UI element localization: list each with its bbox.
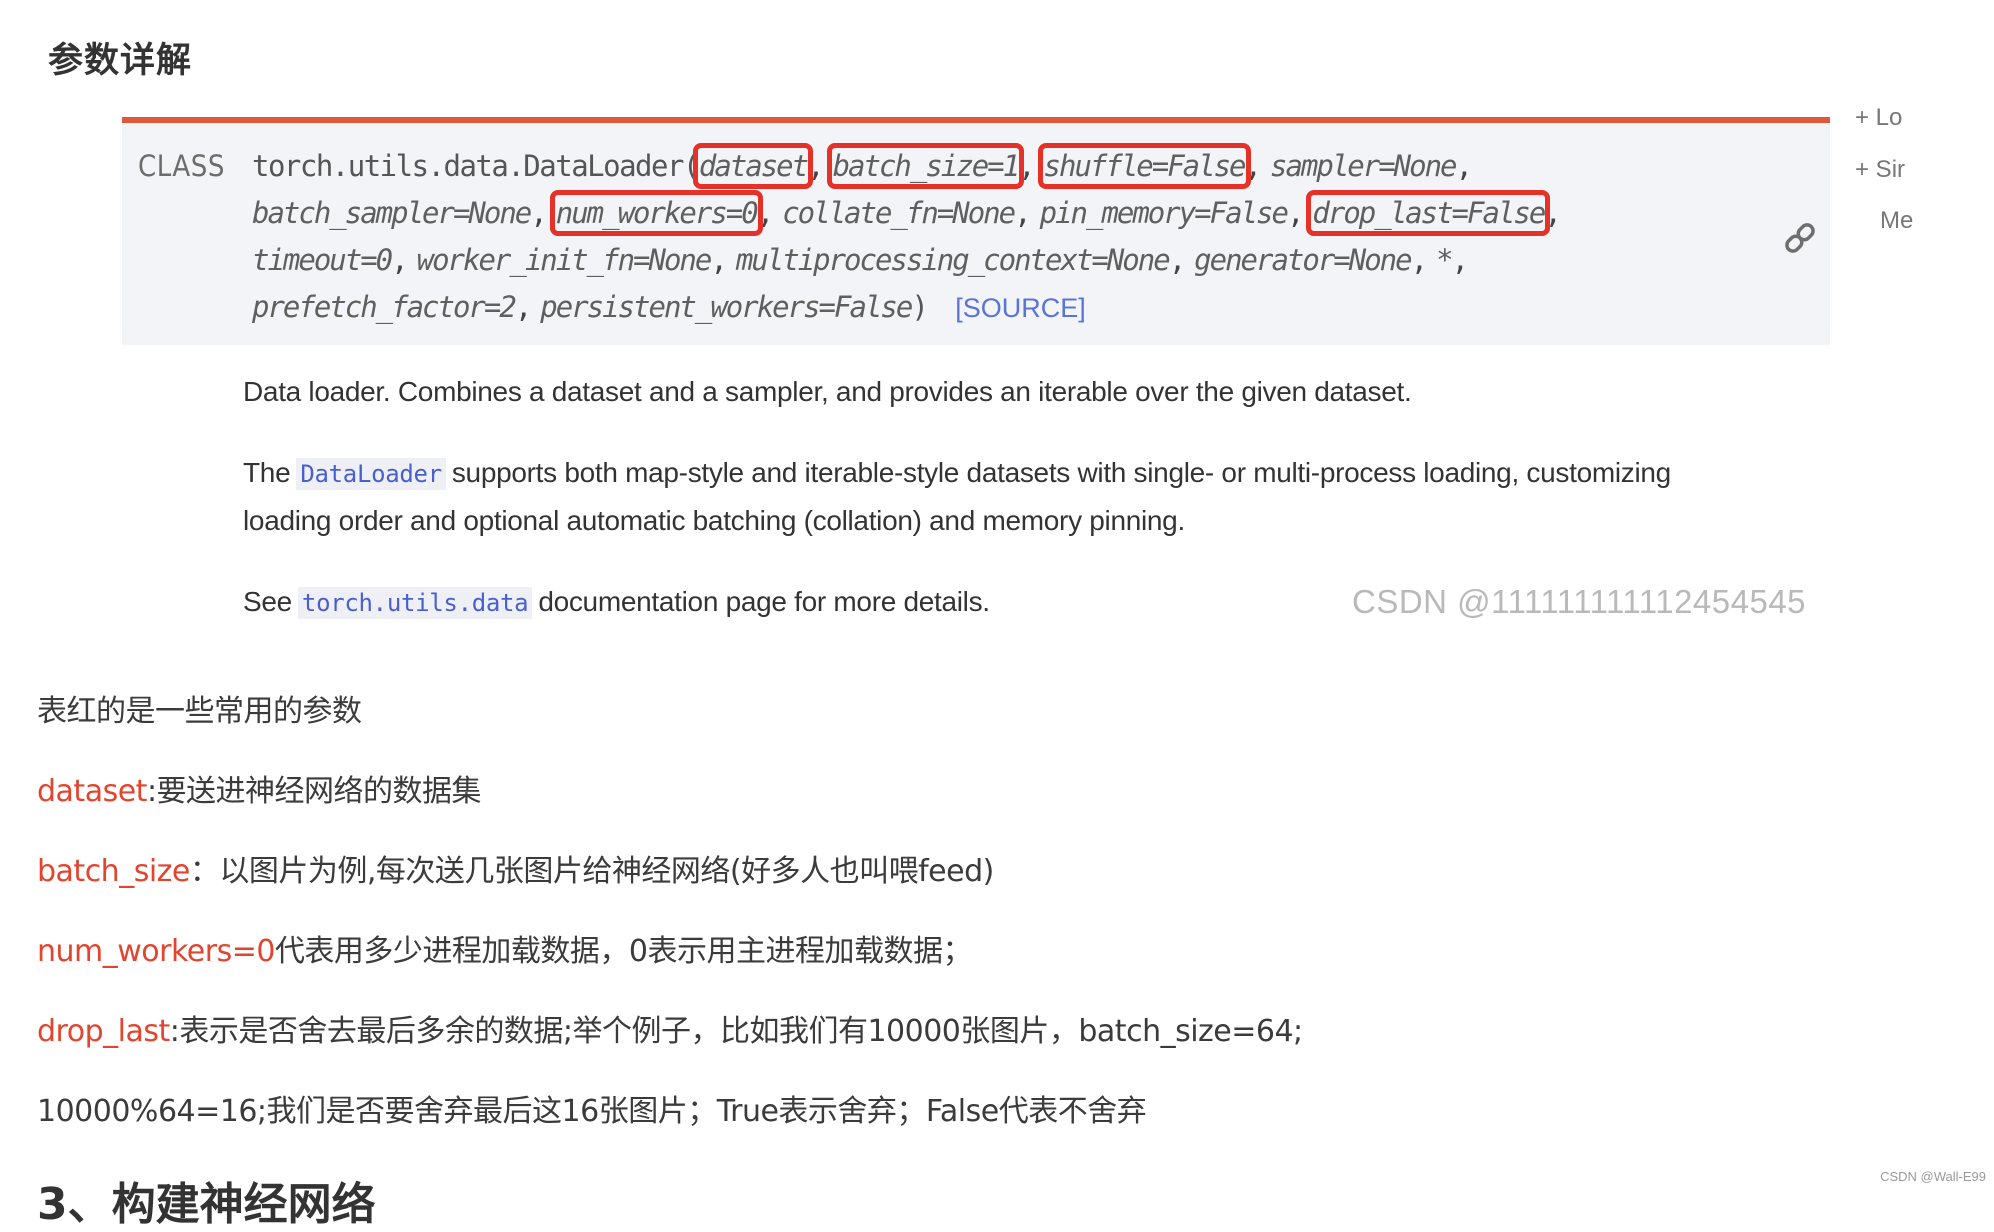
note-text: 代表用多少进程加载数据，0表示用主进程加载数据； bbox=[274, 934, 973, 969]
param-collate-fn: collate_fn=None bbox=[782, 196, 1016, 230]
note-text: :表示是否舍去最后多余的数据;举个例子，比如我们有10000张图片，batch_… bbox=[169, 1014, 1303, 1049]
description-p2-suffix: supports both map-style and iterable-sty… bbox=[451, 457, 1671, 488]
toc-item-loading[interactable]: + Lo bbox=[1855, 104, 1905, 132]
param-batch-size: batch_size=1 bbox=[826, 143, 1025, 189]
param-star: * bbox=[1436, 243, 1454, 277]
permalink-icon[interactable] bbox=[1780, 218, 1820, 258]
signature-line-3: timeout=0, worker_init_fn=None, multiproce… bbox=[252, 243, 1469, 277]
param-generator: generator=None bbox=[1194, 243, 1412, 277]
toc-item-single-process[interactable]: + Sir bbox=[1855, 156, 1905, 184]
param-sampler: sampler=None bbox=[1270, 149, 1458, 183]
next-section-heading: 3、构建神经网络 bbox=[37, 1179, 376, 1230]
param-prefetch-factor: prefetch_factor=2 bbox=[252, 290, 517, 324]
class-keyword: CLASS bbox=[138, 149, 225, 183]
description-p3-suffix: documentation page for more details. bbox=[538, 586, 990, 617]
function-name: torch.utils.data.DataLoader( bbox=[252, 149, 700, 183]
section-title: 参数详解 bbox=[48, 41, 193, 81]
description-paragraph-1: Data loader. Combines a dataset and a sa… bbox=[243, 376, 1412, 407]
note-drop-last: drop_last:表示是否舍去最后多余的数据;举个例子，比如我们有10000张… bbox=[37, 1006, 1303, 1050]
note-num-workers: num_workers=0代表用多少进程加载数据，0表示用主进程加载数据； bbox=[37, 926, 973, 970]
notes-intro: 表红的是一些常用的参数 bbox=[37, 694, 362, 729]
note-text: :要送进神经网络的数据集 bbox=[146, 774, 482, 809]
signature-code-block: CLASS torch.utils.data.DataLoader(datase… bbox=[122, 117, 1830, 345]
param-num-workers: num_workers=0 bbox=[549, 190, 763, 236]
notes-followup: 10000%64=16;我们是否要舍弃最后这16张图片；True表示舍弃；Fal… bbox=[37, 1094, 1147, 1129]
param-pin-memory: pin_memory=False bbox=[1039, 196, 1289, 230]
note-dataset: dataset:要送进神经网络的数据集 bbox=[37, 766, 482, 810]
signature-line-2: batch_sampler=None, num_workers=0, collate… bbox=[252, 190, 1562, 236]
description-paragraph-3: See torch.utils.data documentation page fo… bbox=[243, 586, 990, 619]
signature-line-4: prefetch_factor=2, persistent_workers=Fal… bbox=[252, 290, 1086, 324]
image-watermark: CSDN @111111111112454545 bbox=[1352, 583, 1807, 620]
param-drop-last: drop_last=False bbox=[1306, 190, 1551, 236]
description-paragraph-2: The DataLoader supports both map-style and… bbox=[243, 457, 1671, 490]
source-link[interactable]: [SOURCE] bbox=[955, 293, 1086, 323]
param-dataset: dataset bbox=[692, 143, 814, 189]
signature-line-1: torch.utils.data.DataLoader(dataset, batc… bbox=[252, 143, 1473, 189]
param-worker-init-fn: worker_init_fn=None bbox=[416, 243, 713, 277]
note-term: num_workers=0 bbox=[37, 934, 275, 969]
dataloader-code-link[interactable]: DataLoader bbox=[296, 458, 446, 490]
note-term: drop_last bbox=[37, 1014, 170, 1049]
param-batch-sampler: batch_sampler=None bbox=[252, 196, 532, 230]
note-batch-size: batch_size：以图片为例,每次送几张图片给神经网络(好多人也叫喂feed… bbox=[37, 846, 994, 890]
param-multiprocessing-context: multiprocessing_context=None bbox=[735, 243, 1171, 277]
description-paragraph-2-line-2: loading order and optional automatic bat… bbox=[243, 505, 1185, 536]
description-p3-prefix: See bbox=[243, 586, 292, 617]
closing-paren: ) bbox=[911, 290, 928, 324]
note-term: dataset bbox=[37, 774, 147, 809]
description-p2-prefix: The bbox=[243, 457, 291, 488]
note-term: batch_size bbox=[37, 854, 190, 889]
corner-watermark: CSDN @Wall-E99 bbox=[1880, 1169, 1986, 1184]
param-timeout: timeout=0 bbox=[252, 243, 393, 277]
toc-item-memory[interactable]: Me bbox=[1880, 207, 1930, 235]
param-shuffle: shuffle=False bbox=[1037, 143, 1251, 189]
torch-utils-data-link[interactable]: torch.utils.data bbox=[297, 587, 533, 619]
param-persistent-workers: persistent_workers=False bbox=[540, 290, 913, 324]
note-text: ：以图片为例,每次送几张图片给神经网络(好多人也叫喂feed) bbox=[189, 854, 994, 889]
